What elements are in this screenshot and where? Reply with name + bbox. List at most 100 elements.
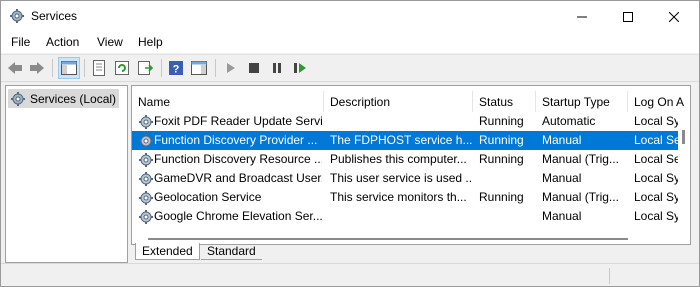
cell-name: Function Discovery Provider ... <box>154 133 318 147</box>
menu-help[interactable]: Help <box>138 35 163 49</box>
restart-service-button[interactable] <box>291 59 309 77</box>
cell-startup: Automatic <box>542 114 596 128</box>
minimize-icon <box>577 16 587 17</box>
close-button[interactable] <box>651 1 697 32</box>
column-header-startup-type[interactable]: Startup Type <box>536 91 628 112</box>
cell-startup: Manual <box>542 171 582 185</box>
column-header-label: Status <box>479 94 514 109</box>
tab-extended[interactable]: Extended <box>135 243 200 260</box>
maximize-button[interactable] <box>605 1 651 32</box>
sort-ascending-icon: ^ <box>224 91 229 96</box>
refresh-icon <box>115 61 129 75</box>
column-header-label: Log On A <box>634 94 685 109</box>
view-tabs: Extended Standard <box>131 243 691 261</box>
cell-status <box>479 207 537 226</box>
forward-arrow-icon <box>30 62 44 74</box>
menu-action[interactable]: Action <box>46 35 79 49</box>
cell-startup: Manual (Trig... <box>542 152 619 166</box>
column-header-status[interactable]: Status <box>473 91 536 112</box>
cell-name: Geolocation Service <box>154 190 262 204</box>
refresh-button[interactable] <box>113 59 131 77</box>
table-row[interactable]: GameDVR and Broadcast User... This user s… <box>132 169 690 188</box>
forward-button[interactable] <box>28 59 46 77</box>
restart-icon <box>294 63 306 73</box>
properties-button[interactable] <box>90 59 108 77</box>
cell-status: Running <box>479 114 524 128</box>
svg-text:?: ? <box>173 64 180 76</box>
gear-icon <box>139 172 153 186</box>
menu-bar: File Action View Help <box>1 32 699 53</box>
cell-description <box>330 207 472 226</box>
scrollbar-thumb[interactable] <box>682 130 685 144</box>
column-header-description[interactable]: Description <box>324 91 473 112</box>
cell-description: This service monitors th... <box>330 190 467 204</box>
tree-item-services-local[interactable]: Services (Local) <box>8 89 119 108</box>
cell-status <box>479 169 537 188</box>
cell-name: Foxit PDF Reader Update Servi... <box>154 114 322 128</box>
show-action-pane-button[interactable] <box>190 59 208 77</box>
cell-startup: Manual (Trig... <box>542 190 619 204</box>
start-service-button[interactable] <box>222 59 240 77</box>
play-icon <box>227 63 235 73</box>
stop-icon <box>249 63 259 73</box>
gear-icon <box>139 153 153 167</box>
cell-description: Publishes this computer... <box>330 152 467 166</box>
back-arrow-icon <box>8 62 22 74</box>
cell-status: Running <box>479 133 524 147</box>
gear-icon <box>10 9 24 23</box>
menu-file[interactable]: File <box>11 35 30 49</box>
table-row[interactable]: Geolocation Service This service monitors… <box>132 188 690 207</box>
pause-service-button[interactable] <box>268 59 286 77</box>
cell-status: Running <box>479 190 524 204</box>
minimize-button[interactable] <box>559 1 605 32</box>
window-title: Services <box>31 9 78 23</box>
tree-item-label: Services (Local) <box>30 91 117 106</box>
action-pane-icon <box>191 61 207 75</box>
cell-status: Running <box>479 152 524 166</box>
column-header-row: ^ Name Description Status Startup Type L… <box>132 91 690 112</box>
menu-view[interactable]: View <box>97 35 123 49</box>
cell-description: This user service is used ... <box>330 171 472 185</box>
cell-startup: Manual <box>542 133 582 147</box>
gear-icon <box>139 191 153 205</box>
cell-name: GameDVR and Broadcast User... <box>154 171 322 185</box>
column-header-log-on-as[interactable]: Log On A <box>628 91 690 112</box>
cell-description: The FDPHOST service h... <box>330 133 472 147</box>
back-button[interactable] <box>6 59 24 77</box>
title-bar: Services <box>1 1 699 32</box>
pause-icon <box>273 63 281 73</box>
console-tree-icon <box>61 61 77 75</box>
tab-standard[interactable]: Standard <box>201 243 262 260</box>
gear-icon <box>139 115 153 129</box>
gear-icon <box>139 134 153 148</box>
maximize-icon <box>623 11 633 22</box>
gear-icon <box>139 210 153 224</box>
stop-service-button[interactable] <box>245 59 263 77</box>
table-row[interactable]: Function Discovery Resource ... Publishes… <box>132 150 690 169</box>
services-list: ^ Name Description Status Startup Type L… <box>131 85 691 245</box>
export-list-icon <box>138 61 153 75</box>
column-header-label: Description <box>330 94 391 109</box>
vertical-scrollbar[interactable] <box>678 112 690 244</box>
close-icon <box>669 11 679 22</box>
gear-icon <box>11 91 25 106</box>
table-row[interactable]: Google Chrome Elevation Ser... Manual Loca… <box>132 207 690 226</box>
cell-name: Function Discovery Resource ... <box>154 152 322 166</box>
export-list-button[interactable] <box>136 59 154 77</box>
column-header-label: Startup Type <box>542 94 610 109</box>
table-row[interactable]: Function Discovery Provider ... The FDPHO… <box>132 131 690 150</box>
help-button[interactable]: ? <box>167 59 185 77</box>
status-bar <box>1 263 699 286</box>
cell-name: Google Chrome Elevation Ser... <box>154 209 322 223</box>
console-tree: Services (Local) <box>5 85 128 263</box>
toolbar: ? <box>1 54 699 82</box>
table-row[interactable]: Foxit PDF Reader Update Servi... Running A… <box>132 112 690 131</box>
column-header-label: Name <box>138 94 171 109</box>
show-hide-console-tree-button[interactable] <box>58 57 80 79</box>
cell-startup: Manual <box>542 209 582 223</box>
help-icon: ? <box>169 61 183 76</box>
scrollbar-thumb[interactable] <box>148 238 628 240</box>
services-window: Services File Action View Help ? Service… <box>0 0 700 287</box>
cell-description <box>330 112 472 131</box>
column-header-name[interactable]: ^ Name <box>132 91 324 112</box>
